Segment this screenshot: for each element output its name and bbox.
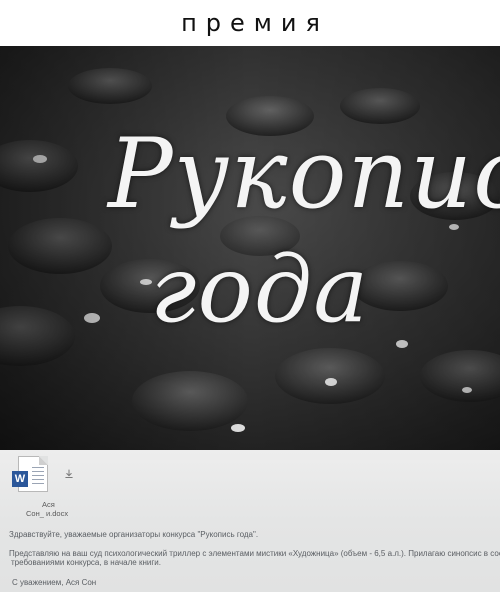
poster-title-line-2: года [150, 236, 370, 343]
poster: Рукопись года [0, 46, 500, 450]
award-title: премия [181, 9, 329, 37]
email-greeting: Здравствуйте, уважаемые организаторы кон… [9, 530, 259, 539]
header-band: премия [0, 0, 500, 46]
attachment-file[interactable]: W Ася Сон_ и.docx [12, 456, 68, 518]
email-screenshot: W Ася Сон_ и.docx Здравствуйте, уважаемы… [0, 450, 500, 592]
email-signature: С уважением, Ася Сон [12, 578, 97, 587]
email-body-line-2: требованиями конкурса, в начале книги. [11, 558, 161, 567]
word-icon: W [12, 471, 28, 487]
attachment-name-line-2: Сон_ и.docx [26, 509, 69, 518]
download-icon[interactable] [64, 469, 74, 479]
attachment-name-line-1: Ася [42, 500, 55, 509]
poster-title-line-1: Рукопись [108, 118, 500, 230]
